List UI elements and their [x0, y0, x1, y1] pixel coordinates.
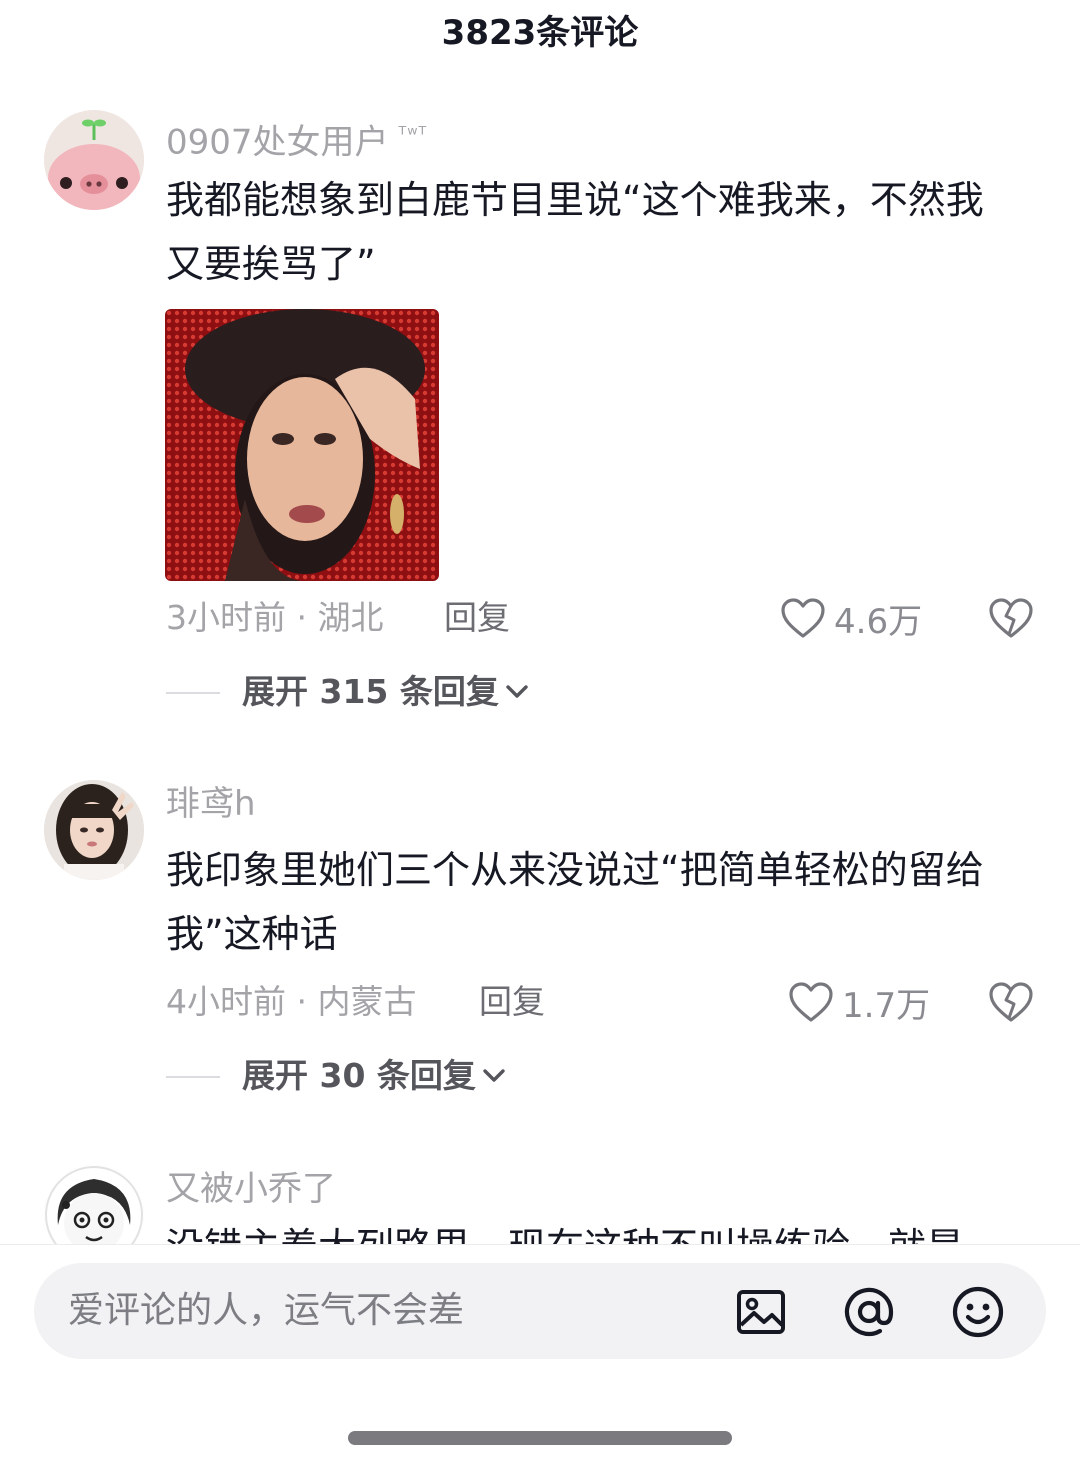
expand-divider — [166, 1076, 220, 1078]
at-mention-icon — [844, 1287, 894, 1337]
like-button[interactable]: 1.7万 — [788, 974, 930, 1030]
comment-username[interactable]: 琲鸢h — [166, 780, 256, 828]
broken-heart-icon — [989, 982, 1033, 1022]
chevron-down-icon — [483, 1068, 505, 1082]
dislike-button[interactable] — [988, 596, 1034, 640]
avatar[interactable] — [44, 780, 144, 880]
image-icon — [737, 1290, 785, 1334]
expand-replies[interactable]: 展开 315 条回复 — [0, 667, 1080, 717]
comment-time-location: 3小时前 · 湖北 — [166, 598, 384, 637]
meme-photo — [165, 309, 439, 581]
comment-image[interactable] — [165, 309, 439, 581]
emoji-button[interactable] — [951, 1285, 1005, 1339]
comment-input[interactable]: 爱评论的人，运气不会差 — [34, 1263, 1046, 1359]
username-suffix: ᵀʷᵀ — [398, 122, 428, 146]
comment-username[interactable]: 0907处女用户 ᵀʷᵀ — [166, 110, 428, 162]
emoji-icon — [952, 1286, 1004, 1338]
dislike-button[interactable] — [988, 980, 1034, 1024]
like-button[interactable]: 4.6万 — [780, 590, 922, 646]
expand-replies-label: 展开 30 条回复 — [242, 1051, 506, 1101]
reply-button[interactable]: 回复 — [444, 590, 510, 646]
expand-replies-label: 展开 315 条回复 — [242, 667, 529, 717]
comment-text: 我都能想象到白鹿节目里说“这个难我来，不然我 又要挨骂了” — [166, 178, 984, 286]
heart-icon — [789, 982, 833, 1022]
heart-icon — [781, 598, 825, 638]
comment-meta: 3小时前 · 湖北 回复 4.6万 — [0, 590, 1080, 646]
comment-time-location: 4小时前 · 内蒙古 — [166, 982, 417, 1021]
like-count: 4.6万 — [834, 601, 923, 642]
home-indicator[interactable] — [348, 1431, 732, 1445]
like-count: 1.7万 — [842, 985, 931, 1026]
expand-divider — [166, 692, 220, 694]
comment-username[interactable]: 又被小乔了 — [166, 1165, 336, 1213]
comments-page: 3823条评论 0907处女用户 ᵀʷᵀ 我都能想象到白鹿节目里说“这个难我来，不… — [0, 0, 1080, 1469]
broken-heart-icon — [989, 598, 1033, 638]
girl-avatar-image — [44, 780, 144, 880]
comment-input-bar: 爱评论的人，运气不会差 — [0, 1244, 1080, 1469]
username-text: 0907处女用户 — [166, 122, 389, 163]
comment-text: 我印象里她们三个从来没说过“把简单轻松的留给 我”这种话 — [166, 848, 984, 956]
avatar[interactable] — [44, 110, 144, 210]
mention-button[interactable] — [842, 1285, 896, 1339]
expand-replies[interactable]: 展开 30 条回复 — [0, 1051, 1080, 1101]
image-button[interactable] — [734, 1285, 788, 1339]
reply-button[interactable]: 回复 — [479, 974, 545, 1030]
comment-meta: 4小时前 · 内蒙古 回复 1.7万 — [0, 974, 1080, 1030]
chevron-down-icon — [506, 684, 528, 698]
pig-avatar-image — [44, 110, 144, 210]
comment-count-title: 3823条评论 — [441, 13, 639, 53]
input-placeholder: 爱评论的人，运气不会差 — [68, 1290, 465, 1331]
